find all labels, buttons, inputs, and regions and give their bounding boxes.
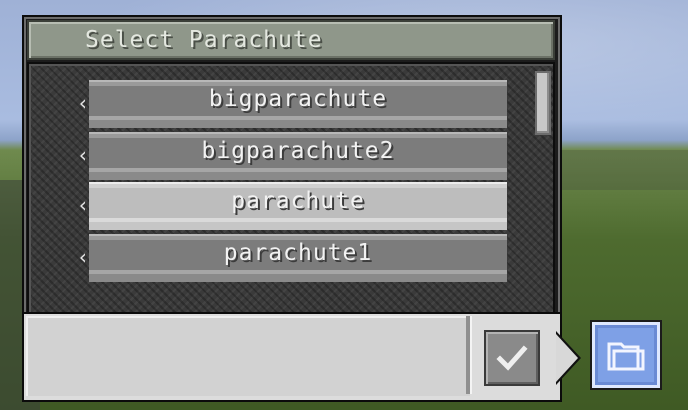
folder-icon (607, 342, 645, 371)
dialog-title: Select Parachute (85, 27, 323, 53)
dialog-title-bar: Select Parachute (27, 20, 555, 60)
pointer-arrow (556, 334, 578, 382)
input-divider (466, 316, 472, 394)
list-item-label: bigparachute2 (201, 138, 395, 164)
arrow-left-icon: ‹ (77, 245, 90, 269)
arrow-left-icon: ‹ (77, 193, 90, 217)
list-item-label: bigparachute (208, 86, 388, 112)
list-item-label: parachute1 (223, 240, 373, 266)
list-item-selected[interactable]: ‹ parachute (77, 182, 507, 230)
open-folder-button[interactable] (590, 320, 662, 390)
list-item[interactable]: ‹ bigparachute (77, 80, 507, 128)
arrow-left-icon: ‹ (77, 143, 90, 167)
parachute-list[interactable]: ‹ bigparachute ‹ bigparachute2 ‹ parachu… (27, 62, 555, 314)
list-item[interactable]: ‹ bigparachute2 (77, 132, 507, 180)
checkmark-icon (496, 345, 528, 371)
list-item-label: parachute (231, 188, 365, 214)
name-input[interactable] (26, 316, 470, 396)
list-scrollbar[interactable] (535, 71, 551, 135)
arrow-left-icon: ‹ (77, 91, 90, 115)
background-block (560, 150, 688, 190)
list-item[interactable]: ‹ parachute1 (77, 234, 507, 282)
confirm-button[interactable] (484, 330, 540, 386)
